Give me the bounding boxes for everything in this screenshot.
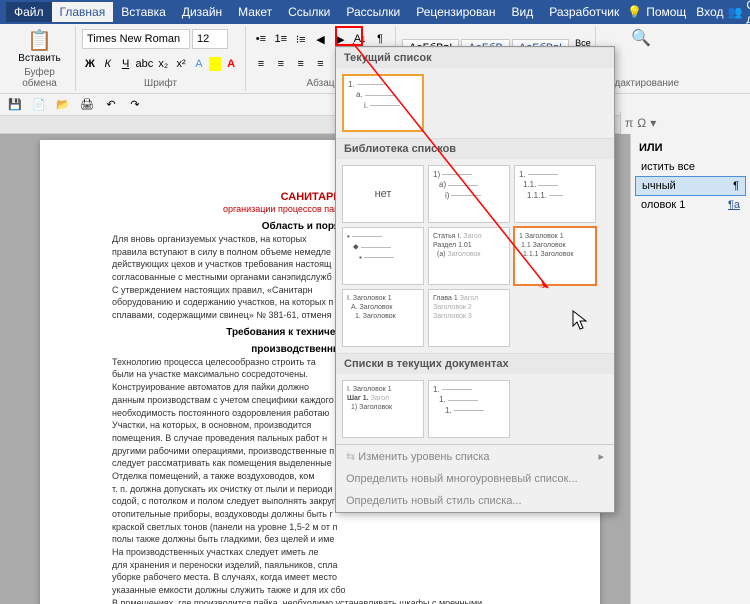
change-list-level[interactable]: ⇆ Изменить уровень списка▸ — [336, 445, 614, 468]
dropdown-section-docs: Списки в текущих документах — [336, 353, 614, 374]
dropdown-section-library: Библиотека списков — [336, 138, 614, 159]
define-new-multilevel[interactable]: Определить новый многоуровневый список..… — [336, 468, 614, 490]
font-group-label: Шрифт — [82, 78, 239, 89]
list-preset-4[interactable]: Статья I. Загол Раздел 1.01 (a) Заголово… — [428, 227, 510, 285]
font-name-select[interactable] — [82, 29, 190, 49]
styles-pane-title: ИЛИ — [635, 138, 746, 158]
list-preset-7[interactable]: Глава 1 Загол Заголовок 2 Заголовок 3 — [428, 289, 510, 347]
list-preset-1[interactable]: 1) a) i) — [428, 165, 510, 223]
multilevel-list-highlight — [335, 26, 363, 46]
share-button[interactable]: Общий доступ — [746, 0, 750, 26]
doc-text: уборке рабочего места. В случаях, когда … — [96, 572, 544, 584]
align-right-button[interactable]: ≡ — [292, 55, 310, 73]
justify-button[interactable]: ≡ — [312, 55, 330, 73]
login-button[interactable]: Вход — [696, 5, 723, 19]
help-icon[interactable]: 💡 — [627, 5, 642, 19]
tab-developer[interactable]: Разработчик — [541, 2, 627, 22]
dropdown-section-current: Текущий список — [336, 47, 614, 68]
align-center-button[interactable]: ≡ — [272, 55, 290, 73]
list-preset-doc1[interactable]: I. Заголовок 1 Шаг 1. Загол 1) Заголовок — [342, 380, 424, 438]
underline-button[interactable]: Ч — [118, 55, 134, 73]
qat-redo-icon[interactable]: ↷ — [126, 96, 144, 114]
font-size-select[interactable] — [192, 29, 228, 49]
qat-undo-icon[interactable]: ↶ — [102, 96, 120, 114]
font-color-button[interactable]: A — [223, 55, 239, 73]
doc-text: для хранения и переноски изделий, паяльн… — [96, 560, 544, 572]
italic-button[interactable]: К — [100, 55, 116, 73]
style-heading1-item[interactable]: оловок 1¶a — [635, 196, 746, 214]
equation-more-icon[interactable]: ▾ — [650, 116, 656, 130]
highlight-button[interactable] — [209, 57, 221, 71]
qat-print-icon[interactable]: 🖨 — [78, 96, 96, 114]
superscript-button[interactable]: x² — [173, 55, 189, 73]
find-icon[interactable]: 🔍 — [602, 28, 680, 48]
pi-icon[interactable]: π — [625, 116, 633, 130]
define-new-list-style[interactable]: Определить новый стиль списка... — [336, 490, 614, 512]
qat-new-icon[interactable]: 📄 — [30, 96, 48, 114]
list-preset-current[interactable]: 1. a. i. — [342, 74, 424, 132]
list-preset-6[interactable]: I. Заголовок 1 A. Заголовок 1. Заголовок — [342, 289, 424, 347]
list-preset-doc2[interactable]: 1. 1. 1. — [428, 380, 510, 438]
style-clear-all[interactable]: истить все — [635, 158, 746, 176]
bullets-button[interactable]: •≡ — [252, 30, 270, 48]
tab-layout[interactable]: Макет — [230, 2, 280, 22]
text-effects-button[interactable]: A — [191, 55, 207, 73]
list-preset-none[interactable]: нет — [342, 165, 424, 223]
title-bar: Файл Главная Вставка Дизайн Макет Ссылки… — [0, 0, 750, 24]
share-icon: 👥 — [727, 5, 742, 19]
equation-toolbar: π Ω ▾ — [620, 112, 750, 134]
tab-design[interactable]: Дизайн — [174, 2, 230, 22]
numbering-button[interactable]: 1≡ — [272, 30, 290, 48]
tab-home[interactable]: Главная — [52, 2, 114, 22]
paste-button[interactable]: Вставить — [10, 53, 69, 64]
styles-pane: ИЛИ истить все ычный¶ оловок 1¶a — [630, 134, 750, 604]
qat-save-icon[interactable]: 💾 — [6, 96, 24, 114]
help-label[interactable]: Помощ — [646, 5, 686, 19]
link-style-icon: ¶a — [728, 199, 740, 211]
tab-insert[interactable]: Вставка — [113, 2, 174, 22]
doc-text: На производственных участках следует име… — [96, 547, 544, 559]
paste-icon[interactable]: 📋 — [10, 28, 69, 53]
decrease-indent-button[interactable]: ◀ — [312, 30, 330, 48]
doc-text: полы также должны быть гладкими, без щел… — [96, 534, 544, 546]
subscript-button[interactable]: x₂ — [155, 55, 171, 73]
clipboard-group-label: Буфер обмена — [10, 67, 69, 89]
tab-review[interactable]: Рецензирован — [408, 2, 503, 22]
align-left-button[interactable]: ≡ — [252, 55, 270, 73]
list-preset-5[interactable]: 1 Заголовок 1 1.1 Заголовок 1.1.1 Заголо… — [514, 227, 596, 285]
tab-view[interactable]: Вид — [504, 2, 542, 22]
multilevel-list-dropdown: Текущий список 1. a. i. Библиотека списк… — [335, 46, 615, 513]
doc-text: краской светлых тонов (панели на уровне … — [96, 522, 544, 534]
list-preset-3[interactable]: • ⬥ ▪ — [342, 227, 424, 285]
strike-button[interactable]: abc — [136, 55, 154, 73]
multilevel-button[interactable]: ⁝≡ — [292, 30, 310, 48]
bold-button[interactable]: Ж — [82, 55, 98, 73]
tab-file[interactable]: Файл — [6, 2, 52, 22]
tab-mailings[interactable]: Рассылки — [338, 2, 408, 22]
doc-text: указанные емкости должны служить также и… — [96, 585, 544, 597]
qat-open-icon[interactable]: 📂 — [54, 96, 72, 114]
doc-text: В помещениях, где производится пайка, не… — [96, 598, 544, 604]
omega-icon[interactable]: Ω — [637, 116, 646, 130]
tab-references[interactable]: Ссылки — [280, 2, 338, 22]
style-normal-item[interactable]: ычный¶ — [635, 176, 746, 196]
pilcrow-icon: ¶ — [733, 180, 739, 192]
list-preset-2[interactable]: 1. 1.1. 1.1.1. — [514, 165, 596, 223]
cursor-icon — [572, 310, 590, 337]
